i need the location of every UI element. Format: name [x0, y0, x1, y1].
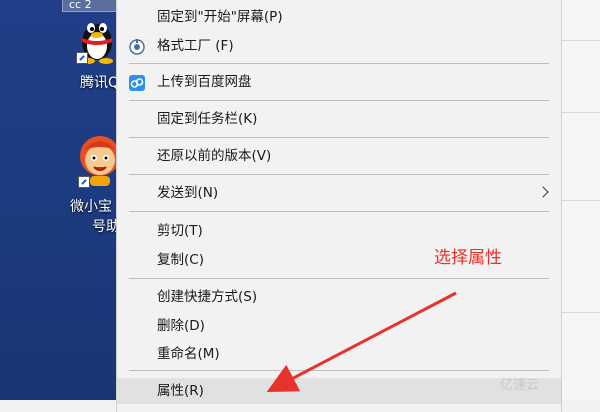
annotation-arrow [266, 291, 457, 392]
watermark: 亿速云 [500, 378, 540, 393]
